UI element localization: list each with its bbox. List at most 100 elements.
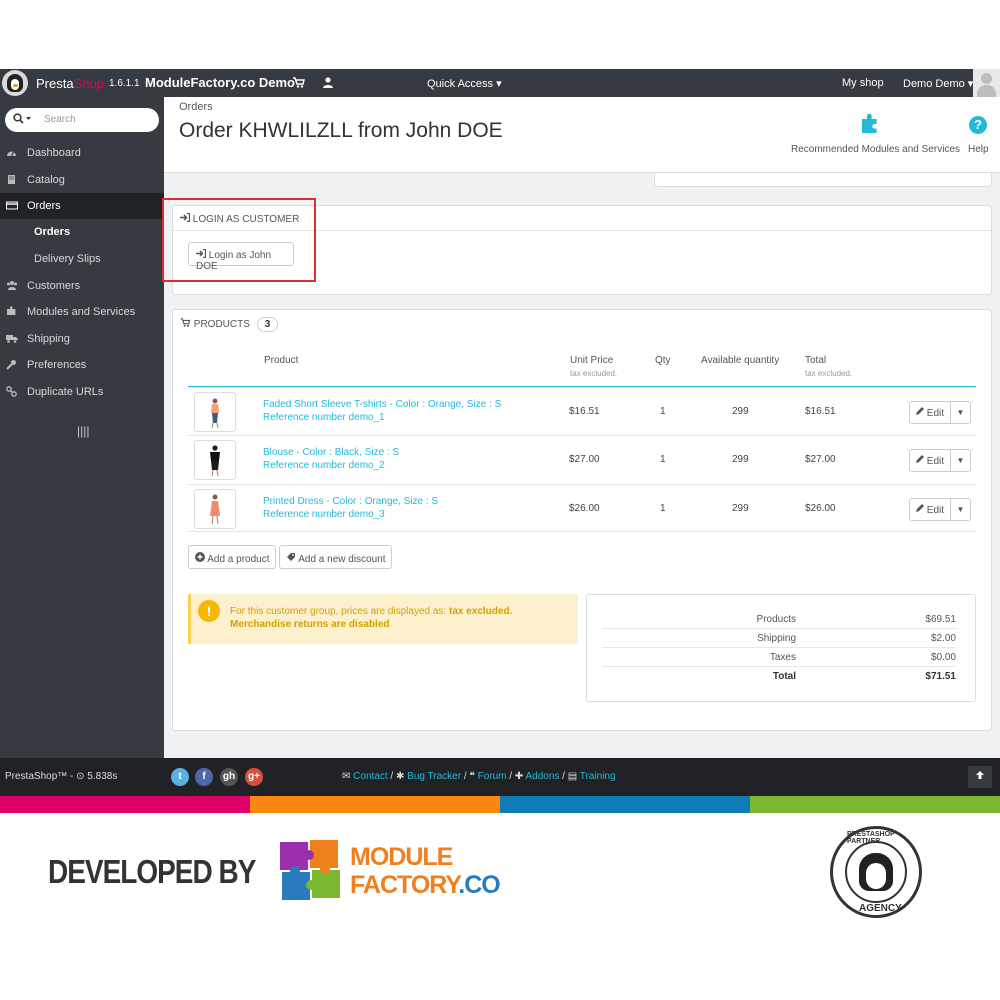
plus-circle-icon (195, 552, 205, 562)
edit-button[interactable]: Edit ▼ (909, 449, 971, 472)
twitter-icon[interactable]: t (171, 768, 189, 786)
panel-stub (654, 173, 992, 187)
prestashop-partner-badge: PRESTASHOP PARTNER AGENCY (830, 826, 922, 918)
footer-version: PrestaShop™ - ⊙ 5.838s (5, 771, 118, 782)
add-discount-button[interactable]: Add a new discount (279, 545, 392, 569)
scroll-top-button[interactable] (968, 766, 992, 788)
sidebar-subitem-delivery-slips[interactable]: Delivery Slips (0, 246, 164, 272)
puzzle-icon[interactable] (860, 113, 882, 138)
help-button[interactable]: Help (968, 144, 989, 155)
quantity: 1 (660, 406, 666, 417)
sidebar-subitem-orders[interactable]: Orders (0, 219, 164, 245)
sidebar-item-shipping[interactable]: Shipping (0, 326, 164, 352)
users-icon (6, 280, 17, 291)
warning-line-1: For this customer group, prices are disp… (230, 606, 513, 617)
product-reference[interactable]: Reference number demo_2 (263, 460, 385, 471)
sidebar-item-modules[interactable]: Modules and Services (0, 299, 164, 325)
caret-down-icon[interactable]: ▼ (950, 402, 970, 423)
user-icon[interactable] (323, 77, 333, 91)
product-thumbnail[interactable] (194, 440, 236, 480)
sidebar-subitem-label: Delivery Slips (34, 253, 101, 265)
footer-link-contact[interactable]: Contact (353, 771, 387, 782)
module-factory-logo (278, 838, 344, 909)
sidebar-item-duplicate-urls[interactable]: Duplicate URLs (0, 379, 164, 405)
sidebar-item-label: Modules and Services (27, 306, 136, 318)
sidebar-item-label: Duplicate URLs (27, 386, 104, 398)
page-title: Order KHWLILZLL from John DOE (179, 119, 503, 142)
my-shop-link[interactable]: My shop (842, 77, 884, 89)
logo-text-module: MODULE (350, 843, 453, 871)
help-icon[interactable]: ? (969, 116, 987, 134)
google-plus-icon[interactable]: g+ (245, 768, 263, 786)
unit-price: $16.51 (569, 406, 600, 417)
edit-button[interactable]: Edit ▼ (909, 498, 971, 521)
facebook-icon[interactable]: f (195, 768, 213, 786)
shop-name[interactable]: ModuleFactory.co Demo (145, 75, 295, 90)
puzzle-icon (6, 306, 17, 317)
sidebar-item-orders[interactable]: Orders (0, 193, 164, 219)
column-header-qty: Qty (655, 355, 671, 366)
brand-name[interactable]: PrestaShop (36, 76, 104, 91)
github-icon[interactable]: gh (220, 768, 238, 786)
stripe-orange (250, 796, 500, 813)
breadcrumb[interactable]: Orders (179, 101, 213, 113)
column-header-unit-price: Unit Price tax excluded. (570, 355, 617, 378)
order-totals: Products $69.51 Shipping $2.00 Taxes $0.00 … (586, 594, 976, 702)
product-thumbnail[interactable] (194, 392, 236, 432)
developed-by-text: DEVELOPED BY (48, 852, 256, 890)
quantity: 1 (660, 454, 666, 465)
comments-icon: ❝ (469, 771, 475, 782)
table-row: Blouse - Color : Black, Size : S Referen… (188, 435, 976, 483)
caret-down-icon[interactable]: ▼ (950, 450, 970, 471)
account-menu[interactable]: Demo Demo ▾ (903, 77, 973, 90)
truck-icon (6, 333, 18, 344)
unit-price-label: Unit Price (570, 355, 614, 366)
cart-icon[interactable] (293, 77, 305, 91)
footer-links: ✉ Contact / ✱ Bug Tracker / ❝ Forum / ✚ … (342, 771, 616, 782)
product-name-link[interactable]: Printed Dress - Color : Orange, Size : S (263, 496, 438, 507)
products-count-badge: 3 (256, 317, 279, 332)
sidebar-item-preferences[interactable]: Preferences (0, 352, 164, 378)
sidebar-item-label: Customers (27, 280, 81, 292)
sidebar-item-dashboard[interactable]: Dashboard (0, 140, 164, 166)
prestashop-logo[interactable] (2, 70, 28, 96)
dashboard-icon (6, 147, 17, 158)
available-quantity: 299 (732, 454, 749, 465)
bug-icon: ✱ (395, 771, 405, 782)
column-header-available: Available quantity (701, 355, 780, 366)
edit-button[interactable]: Edit ▼ (909, 401, 971, 424)
search-box[interactable]: Search (5, 108, 159, 132)
caret-down-icon[interactable]: ▼ (950, 499, 970, 520)
totals-row: Shipping $2.00 (602, 629, 956, 648)
search-icon[interactable] (13, 113, 31, 127)
product-reference[interactable]: Reference number demo_3 (263, 509, 385, 520)
search-input[interactable]: Search (44, 114, 76, 125)
sidebar-collapse-toggle[interactable]: |||| (77, 424, 89, 438)
sidebar-item-label: Shipping (27, 333, 70, 345)
footer: PrestaShop™ - ⊙ 5.838s t f gh g+ ✉ Conta… (0, 758, 1000, 796)
footer-link-training[interactable]: Training (580, 771, 616, 782)
quick-access-menu[interactable]: Quick Access ▾ (427, 77, 502, 90)
footer-link-forum[interactable]: Forum (478, 771, 507, 782)
available-quantity: 299 (732, 503, 749, 514)
product-reference[interactable]: Reference number demo_1 (263, 412, 385, 423)
avatar[interactable] (973, 69, 1000, 97)
sidebar-item-label: Dashboard (27, 147, 81, 159)
footer-link-bug-tracker[interactable]: Bug Tracker (407, 771, 461, 782)
link-icon (6, 386, 17, 397)
sidebar-item-label: Orders (27, 200, 61, 212)
stripe-pink (0, 796, 250, 813)
add-product-button[interactable]: Add a product (188, 545, 276, 569)
recommended-modules-button[interactable]: Recommended Modules and Services (791, 144, 960, 155)
sidebar-item-label: Preferences (27, 359, 87, 371)
unit-price-sub: tax excluded. (570, 369, 618, 378)
product-name-link[interactable]: Blouse - Color : Black, Size : S (263, 447, 399, 458)
footer-link-addons[interactable]: Addons (525, 771, 559, 782)
table-row: Faded Short Sleeve T-shirts - Color : Or… (188, 387, 976, 435)
product-name-link[interactable]: Faded Short Sleeve T-shirts - Color : Or… (263, 399, 501, 410)
sidebar-item-customers[interactable]: Customers (0, 273, 164, 299)
product-thumbnail[interactable] (194, 489, 236, 529)
exclamation-icon: ! (198, 600, 220, 622)
sidebar-item-catalog[interactable]: Catalog (0, 167, 164, 193)
add-discount-label: Add a new discount (298, 554, 386, 565)
